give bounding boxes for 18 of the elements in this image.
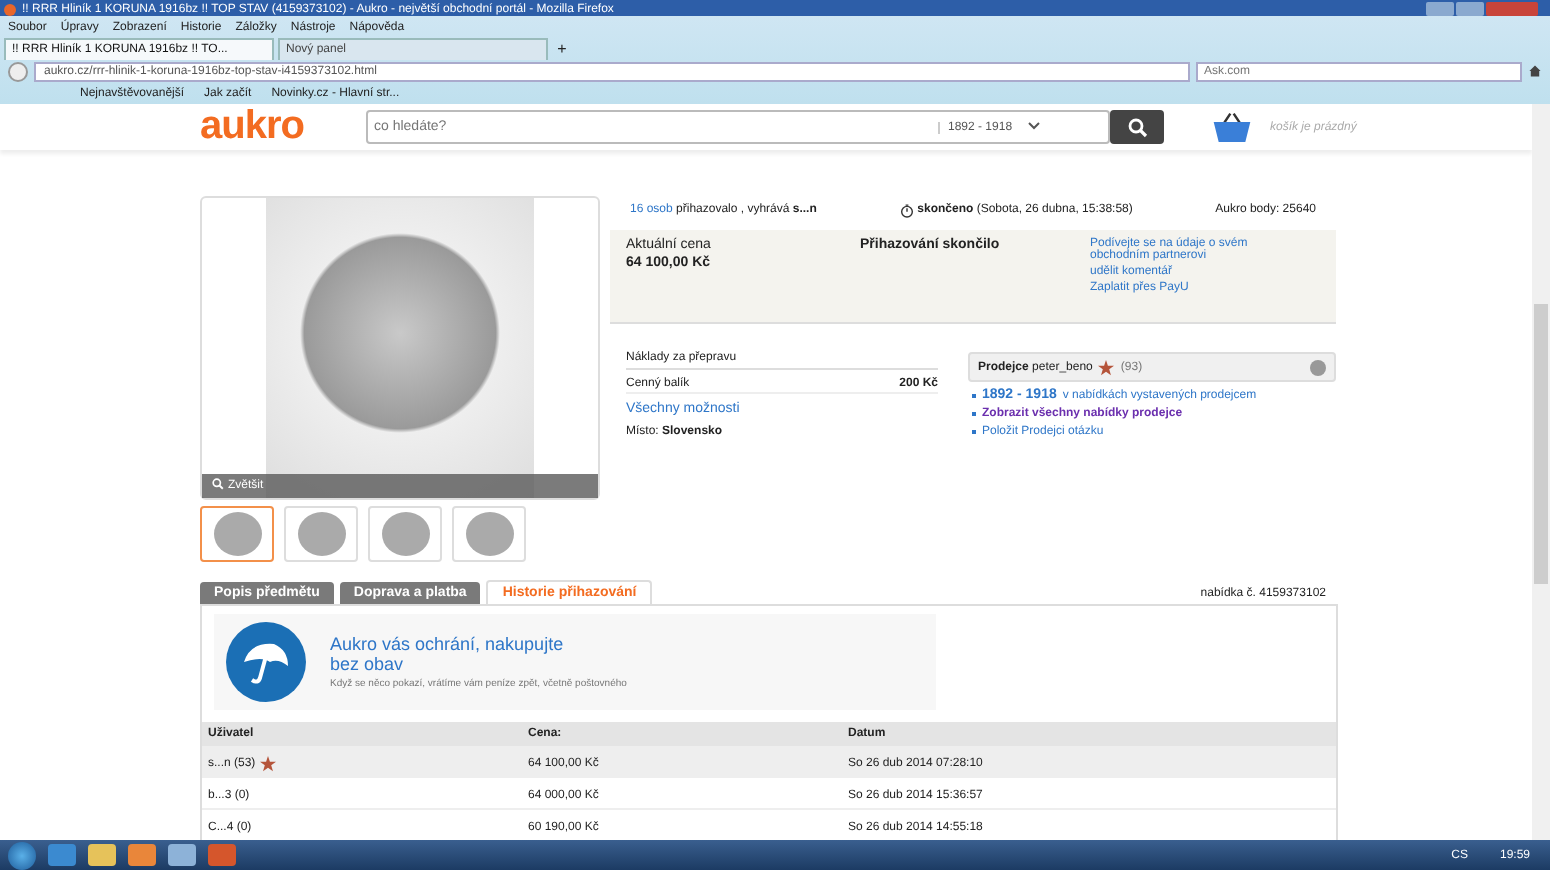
start-button[interactable] — [8, 841, 36, 869]
protection-title: Aukro vás ochrání, nakupujte bez obav — [330, 634, 566, 674]
basket-icon[interactable] — [1212, 110, 1252, 144]
scrollbar[interactable] — [1532, 104, 1550, 840]
home-icon[interactable] — [1528, 64, 1542, 78]
star-icon — [259, 755, 276, 771]
umbrella-icon — [226, 622, 306, 702]
stopwatch-icon — [899, 204, 914, 218]
search-icon — [212, 478, 224, 491]
thumbnail[interactable] — [200, 506, 274, 562]
maximize-button[interactable] — [1456, 2, 1484, 16]
star-icon — [1098, 359, 1115, 375]
minimize-button[interactable] — [1426, 2, 1454, 16]
new-tab-button[interactable]: + — [552, 40, 572, 60]
chevron-down-icon — [1028, 121, 1041, 129]
search-button[interactable] — [1110, 110, 1164, 144]
expand-icon[interactable] — [1310, 359, 1326, 375]
search-icon — [1127, 117, 1147, 137]
